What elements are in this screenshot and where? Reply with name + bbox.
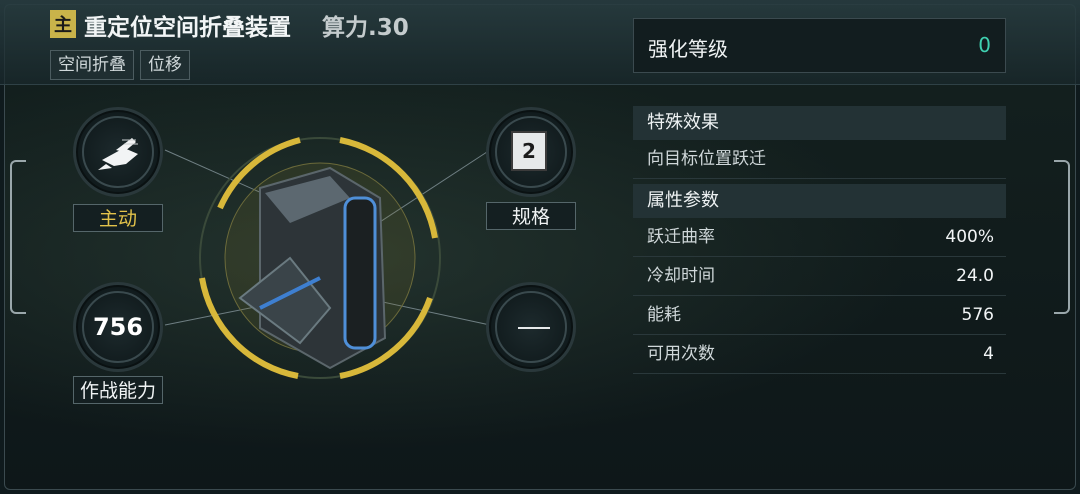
enhance-level-label: 强化等级 [648, 37, 728, 61]
attribute-name: 跃迁曲率 [647, 227, 715, 247]
combat-power-button[interactable]: 756 [73, 282, 163, 372]
special-effect-text: 向目标位置跃迁 [647, 149, 766, 169]
device-illustration [199, 137, 441, 379]
jet-fighter-icon [98, 138, 138, 170]
attribute-row: 冷却时间 24.0 [633, 257, 1006, 296]
skill-type-label: 主动 [73, 204, 163, 232]
attribute-name: 冷却时间 [647, 266, 715, 286]
spec-value: 2 [511, 131, 547, 171]
attribute-value: 24.0 [956, 266, 994, 286]
attribute-name: 可用次数 [647, 344, 715, 364]
attribute-heading: 属性参数 [633, 184, 1006, 218]
attribute-value: 4 [983, 344, 994, 364]
skill-type-icon-button[interactable] [73, 107, 163, 197]
spec-button[interactable]: 2 [486, 107, 576, 197]
attribute-row: 能耗 576 [633, 296, 1006, 335]
attribute-name: 能耗 [647, 305, 681, 325]
special-effect-text-row: 向目标位置跃迁 [633, 140, 1006, 179]
combat-power-value: 756 [92, 313, 144, 341]
spec-label: 规格 [486, 202, 576, 230]
enhance-level-panel: 强化等级 0 [633, 18, 1006, 73]
empty-slot-button[interactable] [486, 282, 576, 372]
dash-icon [518, 327, 550, 329]
attribute-value: 576 [961, 305, 994, 325]
special-effect-panel: 特殊效果 向目标位置跃迁 [633, 106, 1006, 179]
special-effect-heading: 特殊效果 [633, 106, 1006, 140]
attribute-panel: 属性参数 跃迁曲率 400% 冷却时间 24.0 能耗 576 可用次数 4 [633, 184, 1006, 374]
attribute-row: 跃迁曲率 400% [633, 218, 1006, 257]
attribute-row: 可用次数 4 [633, 335, 1006, 374]
attribute-value: 400% [945, 227, 994, 247]
enhance-level-value: 0 [978, 33, 991, 57]
combat-power-label: 作战能力 [73, 376, 163, 404]
